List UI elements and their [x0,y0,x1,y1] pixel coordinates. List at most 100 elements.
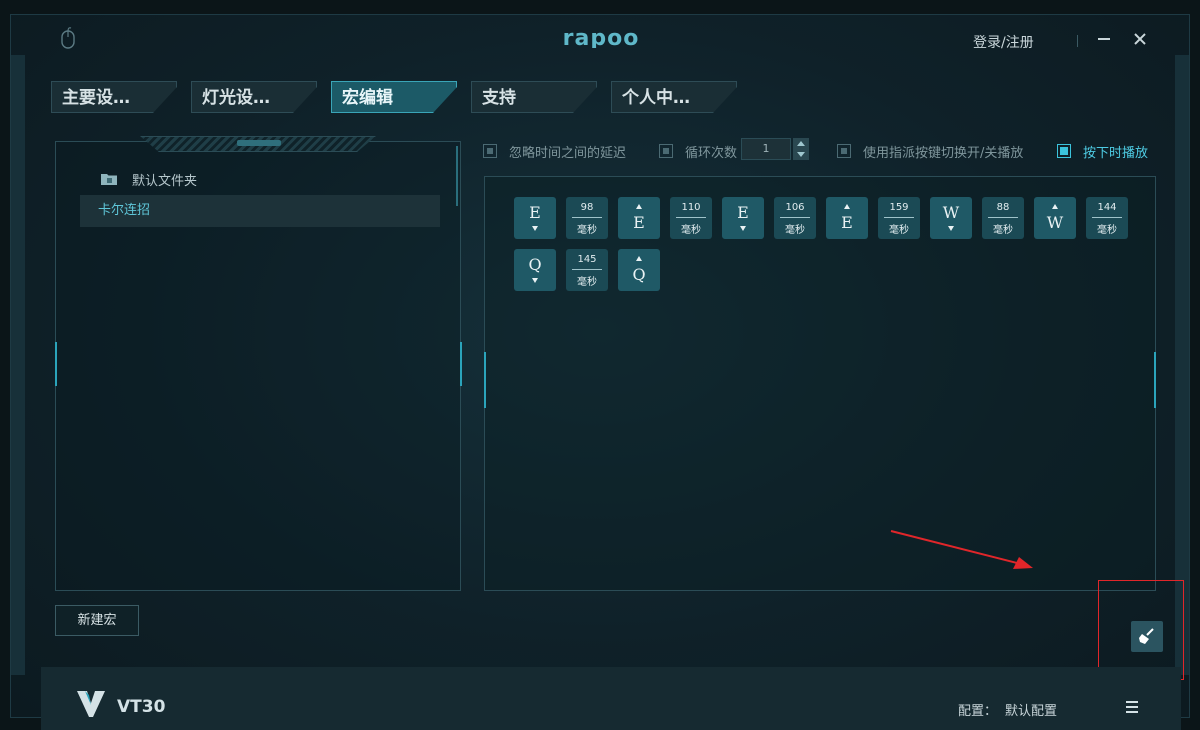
key-down-arrow-icon [948,226,954,231]
tab-support[interactable]: 支持 [471,81,597,113]
menu-icon[interactable] [1126,701,1138,713]
macro-item[interactable]: 卡尔连招 [80,195,440,227]
tab-lighting-settings[interactable]: 灯光设… [191,81,317,113]
key-label: E [737,203,749,222]
clear-macro-button[interactable] [1131,621,1163,652]
editor-accent-left [484,352,486,408]
frame-left [11,55,25,675]
tab-macro-editor[interactable]: 宏编辑 [331,81,457,113]
ignore-delay-option[interactable]: 忽略时间之间的延迟 [483,141,626,161]
delay-divider [572,269,602,270]
delay-value: 98 [580,202,594,213]
key-label: W [1046,213,1064,232]
loop-count-option[interactable]: 循环次数 [659,141,737,161]
mouse-icon [61,27,75,49]
close-icon[interactable] [1130,29,1150,49]
loop-count-checkbox[interactable] [659,144,673,158]
macro-key-event[interactable]: E [722,197,764,239]
macro-key-event[interactable]: Q [618,249,660,291]
panel-accent-left [55,342,57,386]
delay-unit: 毫秒 [577,225,597,236]
delay-value: 144 [1097,202,1117,213]
key-label: Q [528,255,542,274]
delay-divider [780,217,810,218]
delay-value: 106 [785,202,805,213]
svg-text:rapoo: rapoo [563,26,639,48]
device-name: VT30 [117,697,166,717]
macro-key-event[interactable]: Q [514,249,556,291]
panel-header-decoration [140,136,376,152]
delay-unit: 毫秒 [993,225,1013,236]
toggle-playback-option[interactable]: 使用指派按键切换开/关播放 [837,141,1023,161]
delay-divider [1092,217,1122,218]
macro-key-event[interactable]: E [618,197,660,239]
loop-count-input[interactable]: 1 [741,138,791,160]
key-label: E [841,213,853,232]
key-label: E [529,203,541,222]
delay-divider [572,217,602,218]
key-down-arrow-icon [532,278,538,283]
macro-delay-event[interactable]: 144 毫秒 [1086,197,1128,239]
title-separator [1077,35,1078,47]
folder-label: 默认文件夹 [132,173,198,189]
macro-delay-event[interactable]: 88 毫秒 [982,197,1024,239]
delay-unit: 毫秒 [889,225,909,236]
key-up-arrow-icon [636,256,642,261]
macro-delay-event[interactable]: 159 毫秒 [878,197,920,239]
footer-bar: VT30 配置： 默认配置 [41,667,1181,730]
editor-accent-right [1154,352,1156,408]
brand-v-icon [77,691,105,717]
brand-logo: rapoo [563,26,639,48]
macro-key-event[interactable]: W [930,197,972,239]
delay-value: 145 [577,254,597,265]
broom-icon [1139,628,1154,644]
config-label: 配置： [958,704,998,719]
macro-editor-area[interactable]: E 98 毫秒 E 110 毫秒 E 106 毫秒 E 159 毫秒 W 88 … [484,176,1156,591]
delay-value: 88 [996,202,1010,213]
delay-unit: 毫秒 [577,277,597,288]
key-up-arrow-icon [636,204,642,209]
macro-key-event[interactable]: E [514,197,556,239]
delay-value: 159 [889,202,909,213]
tab-personal-center[interactable]: 个人中… [611,81,737,113]
config-value[interactable]: 默认配置 [1005,700,1057,719]
app-window: rapoo 登录/注册 主要设… 灯光设… 宏编辑 支持 个人中… 默认文件夹 [10,14,1190,730]
ignore-delay-label: 忽略时间之间的延迟 [509,145,627,161]
delay-unit: 毫秒 [785,225,805,236]
new-macro-button[interactable]: 新建宏 [55,605,139,636]
delay-divider [676,217,706,218]
macro-list-panel: 默认文件夹 卡尔连招 [55,136,462,591]
hold-playback-checkbox[interactable] [1057,144,1071,158]
delay-unit: 毫秒 [1097,225,1117,236]
key-up-arrow-icon [1052,204,1058,209]
tab-main-settings[interactable]: 主要设… [51,81,177,113]
macro-list-scrollbar[interactable] [456,146,458,206]
default-folder[interactable]: 默认文件夹 [100,169,197,189]
delay-unit: 毫秒 [681,225,701,236]
key-up-arrow-icon [844,204,850,209]
minimize-icon[interactable] [1094,29,1114,49]
macro-delay-event[interactable]: 98 毫秒 [566,197,608,239]
key-label: W [942,203,960,222]
key-label: E [633,213,645,232]
macro-delay-event[interactable]: 110 毫秒 [670,197,712,239]
delay-divider [988,217,1018,218]
toggle-playback-checkbox[interactable] [837,144,851,158]
delay-value: 110 [681,202,701,213]
loop-count-label: 循环次数 [685,145,738,161]
key-down-arrow-icon [740,226,746,231]
macro-key-event[interactable]: W [1034,197,1076,239]
toggle-playback-label: 使用指派按键切换开/关播放 [863,145,1024,161]
folder-icon [101,174,117,185]
macro-delay-event[interactable]: 106 毫秒 [774,197,816,239]
macro-delay-event[interactable]: 145 毫秒 [566,249,608,291]
login-register-link[interactable]: 登录/注册 [973,32,1034,52]
ignore-delay-checkbox[interactable] [483,144,497,158]
key-down-arrow-icon [532,226,538,231]
macro-key-event[interactable]: E [826,197,868,239]
loop-count-stepper[interactable] [793,138,809,160]
delay-divider [884,217,914,218]
hold-playback-option[interactable]: 按下时播放 [1057,141,1148,161]
annotation-arrow [890,530,1033,569]
panel-accent-right [460,342,462,386]
